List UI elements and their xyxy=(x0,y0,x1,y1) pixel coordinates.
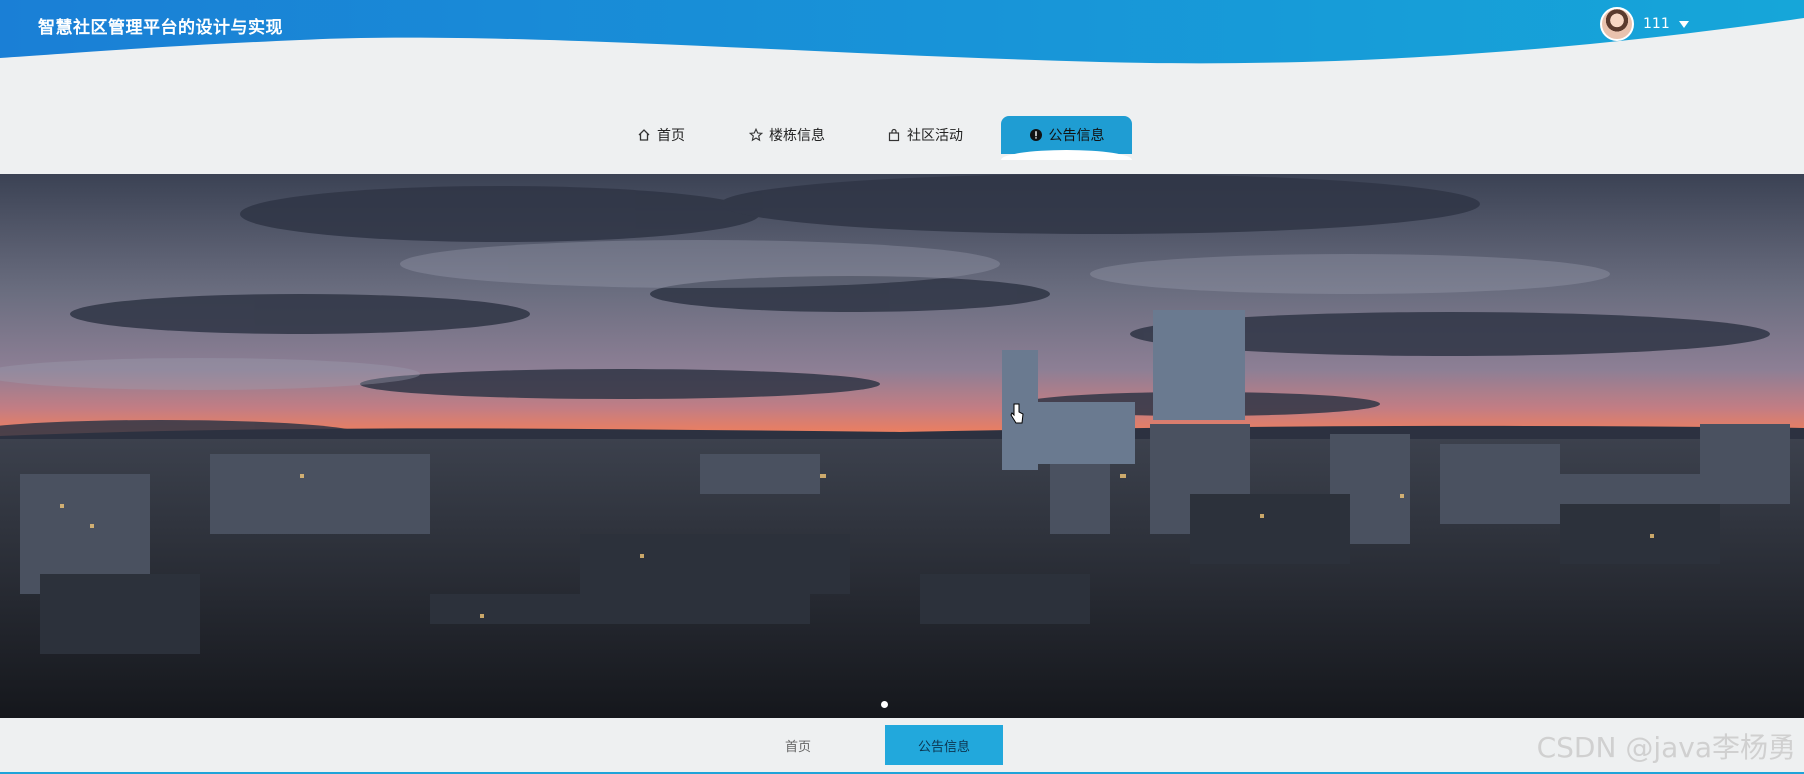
nav-item-notices[interactable]: 公告信息 xyxy=(1001,116,1132,160)
page: 智慧社区管理平台的设计与实现 111 首页 楼栋信息 社区活动 公告信息 首页 … xyxy=(0,0,1804,774)
main-nav: 首页 楼栋信息 社区活动 公告信息 xyxy=(0,116,1804,160)
breadcrumb-notices[interactable]: 公告信息 xyxy=(885,725,1003,765)
bag-icon xyxy=(888,128,900,142)
top-header: 智慧社区管理平台的设计与实现 111 xyxy=(0,0,1804,70)
star-icon xyxy=(749,128,763,142)
nav-label: 首页 xyxy=(657,128,685,144)
breadcrumb-home[interactable]: 首页 xyxy=(744,725,852,765)
nav-label: 社区活动 xyxy=(907,128,963,144)
alert-circle-icon xyxy=(1029,129,1042,141)
caret-down-icon[interactable] xyxy=(1678,20,1689,28)
site-title: 智慧社区管理平台的设计与实现 xyxy=(38,18,283,38)
nav-item-building[interactable]: 楼栋信息 xyxy=(744,116,830,154)
carousel-dot[interactable] xyxy=(881,701,888,708)
breadcrumb-bar: 首页 公告信息 xyxy=(0,718,1804,774)
user-name: 111 xyxy=(1643,16,1670,32)
user-menu[interactable]: 111 xyxy=(1600,6,1689,42)
avatar[interactable] xyxy=(1600,7,1634,41)
home-icon xyxy=(638,129,650,141)
city-skyline-image xyxy=(0,174,1804,718)
hand-cursor-icon xyxy=(1010,403,1024,424)
nav-item-home[interactable]: 首页 xyxy=(630,116,692,154)
banner-carousel[interactable] xyxy=(0,174,1804,718)
watermark: CSDN @java李杨勇 xyxy=(1536,731,1796,764)
nav-label: 公告信息 xyxy=(1048,128,1105,144)
nav-item-activities[interactable]: 社区活动 xyxy=(882,116,968,154)
nav-label: 楼栋信息 xyxy=(769,128,825,144)
